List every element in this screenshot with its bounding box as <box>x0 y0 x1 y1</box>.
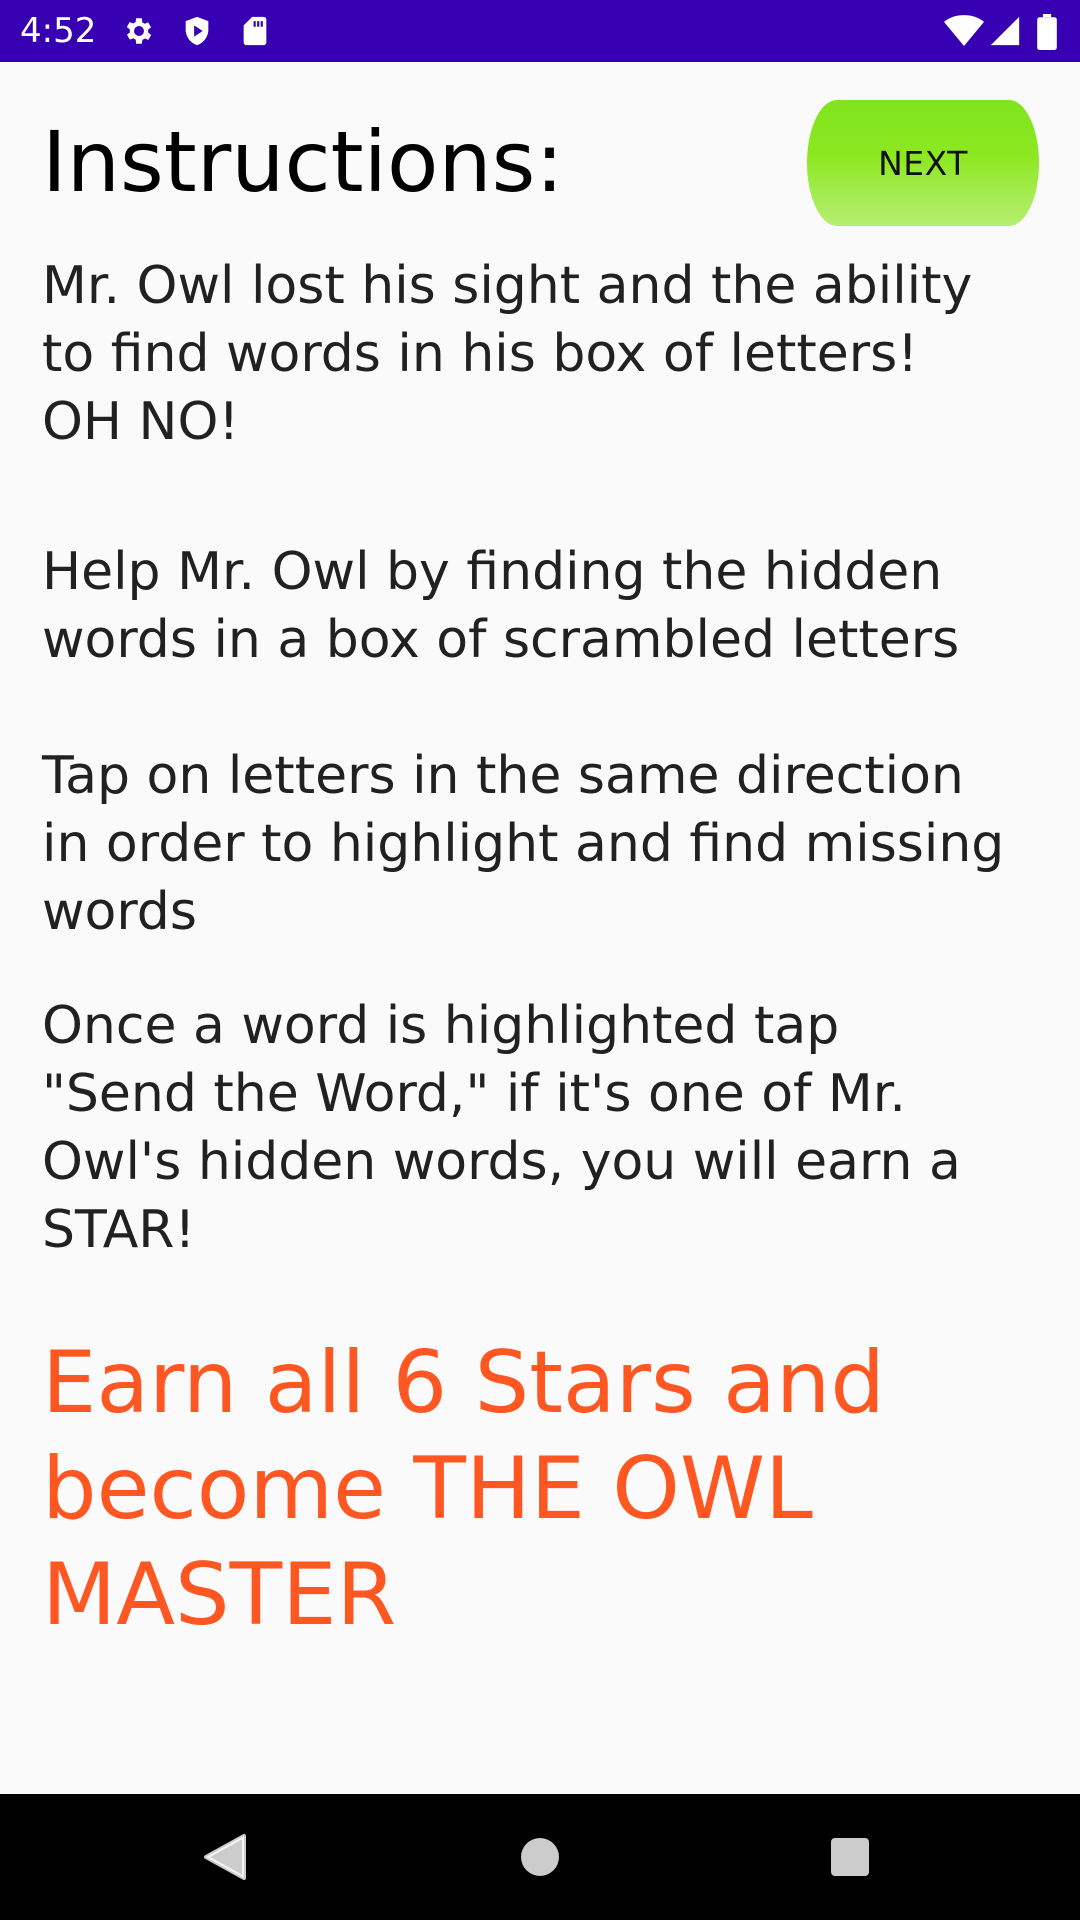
recents-icon[interactable] <box>815 1822 885 1892</box>
navigation-bar <box>0 1794 1080 1920</box>
instruction-line: "Send the Word," if it's one of Mr. <box>42 1064 906 1124</box>
goal-text: Earn all 6 Stars and become THE OWL MAST… <box>42 1330 1042 1648</box>
next-button[interactable]: NEXT <box>807 100 1039 226</box>
instruction-paragraph-4: Once a word is highlighted tap "Send the… <box>42 992 1042 1264</box>
shield-play-icon <box>180 14 214 48</box>
goal-line: become THE OWL <box>42 1439 813 1539</box>
instruction-line: OH NO! <box>42 392 240 452</box>
instructions-screen: 4:52 Instructions: NEXT Mr. Owl lost his… <box>0 0 1080 1920</box>
instruction-paragraph-2: Help Mr. Owl by finding the hidden words… <box>42 538 1042 674</box>
goal-line: MASTER <box>42 1545 397 1645</box>
wifi-icon <box>944 14 984 48</box>
cellular-signal-icon <box>988 14 1022 48</box>
sd-card-icon <box>238 14 272 48</box>
instruction-line: Help Mr. Owl by finding the hidden <box>42 542 943 602</box>
gear-icon <box>122 14 156 48</box>
page-title: Instructions: <box>42 113 564 211</box>
instruction-line: Once a word is highlighted tap <box>42 996 840 1056</box>
instruction-line: in order to highlight and find missing <box>42 814 1005 874</box>
instruction-line: to find words in his box of letters! <box>42 324 919 384</box>
instruction-line: words <box>42 882 197 942</box>
battery-icon <box>1036 14 1058 50</box>
instruction-line: Mr. Owl lost his sight and the ability <box>42 256 973 316</box>
status-time: 4:52 <box>20 11 97 51</box>
instruction-line: Tap on letters in the same direction <box>42 746 964 806</box>
instruction-line: words in a box of scrambled letters <box>42 610 960 670</box>
back-icon[interactable] <box>190 1822 260 1892</box>
home-icon[interactable] <box>505 1822 575 1892</box>
goal-line: Earn all 6 Stars and <box>42 1333 885 1433</box>
instruction-paragraph-1: Mr. Owl lost his sight and the ability t… <box>42 252 1042 456</box>
status-bar: 4:52 <box>0 0 1080 62</box>
instruction-line: Owl's hidden words, you will earn a <box>42 1132 961 1192</box>
instruction-line: STAR! <box>42 1200 196 1260</box>
instruction-paragraph-3: Tap on letters in the same direction in … <box>42 742 1042 946</box>
